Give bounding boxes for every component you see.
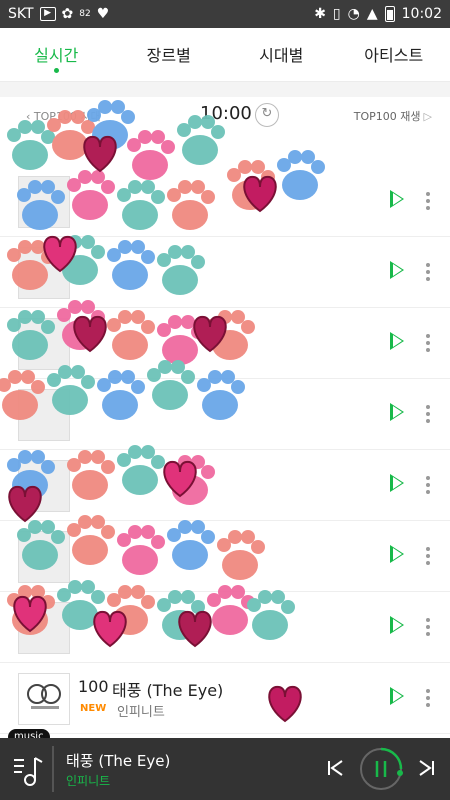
tab-realtime[interactable]: 실시간 (0, 28, 113, 81)
album-art (18, 673, 70, 725)
player-divider (52, 746, 54, 792)
bluetooth-icon: ✱ (314, 6, 326, 22)
next-track-icon[interactable] (416, 758, 436, 778)
song-row[interactable] (0, 308, 450, 379)
album-art (18, 460, 70, 512)
album-art (18, 318, 70, 370)
song-rank: 100 (78, 677, 109, 696)
now-playing-title: 태풍 (The Eye) (66, 752, 171, 770)
tab-label: 장르별 (146, 46, 191, 65)
play-top100-label: TOP100 재생 (353, 110, 421, 123)
tab-genre[interactable]: 장르별 (113, 28, 226, 81)
tab-artist[interactable]: 아티스트 (338, 28, 450, 81)
song-row[interactable] (0, 450, 450, 521)
play-song-button[interactable] (390, 474, 404, 492)
vibrate-icon: ▯ (332, 6, 341, 22)
album-caption (31, 706, 59, 709)
album-art (18, 531, 70, 583)
chart-screen: SKT ▶ ✿ 82 ♥ ✱ ▯ ◔ ▲ 10:02 실시간 장르별 시대별 아… (0, 0, 450, 800)
chart-time: 10:00 (200, 103, 252, 124)
play-store-icon: ▶ (39, 7, 56, 21)
song-row[interactable] (0, 166, 450, 237)
signal-icon: ▲ (366, 6, 378, 22)
song-row[interactable] (0, 521, 450, 592)
more-options-icon[interactable] (426, 689, 430, 707)
song-row[interactable] (0, 592, 450, 663)
song-title: 태풍 (The Eye) (112, 681, 224, 700)
previous-chart-link[interactable]: ‹ TOP100 시대 (26, 108, 101, 124)
mini-player[interactable]: 태풍 (The Eye) 인피니트 (0, 738, 450, 800)
play-song-button[interactable] (390, 261, 404, 279)
more-options-icon[interactable] (426, 618, 430, 636)
section-gap (0, 82, 450, 97)
more-options-icon[interactable] (426, 334, 430, 352)
refresh-icon[interactable]: ↻ (255, 103, 279, 127)
play-song-button[interactable] (390, 687, 404, 705)
play-song-button[interactable] (390, 190, 404, 208)
song-row[interactable]: 100 태풍 (The Eye) NEW 인피니트 (0, 663, 450, 734)
more-options-icon[interactable] (426, 192, 430, 210)
play-song-button[interactable] (390, 332, 404, 350)
play-top100-button[interactable]: TOP100 재생 ▷ (354, 108, 432, 124)
tab-label: 아티스트 (364, 46, 424, 65)
tab-label: 시대별 (259, 46, 304, 65)
tab-label: 실시간 (34, 46, 79, 65)
song-list: 100 태풍 (The Eye) NEW 인피니트 (0, 166, 450, 734)
song-row[interactable] (0, 237, 450, 308)
chart-header: ‹ TOP100 시대 10:00 ↻ TOP100 재생 ▷ (0, 97, 450, 135)
status-bar: SKT ▶ ✿ 82 ♥ ✱ ▯ ◔ ▲ 10:02 (0, 0, 450, 28)
play-song-button[interactable] (390, 403, 404, 421)
clock-label: 10:02 (401, 6, 442, 22)
song-row[interactable] (0, 379, 450, 450)
new-badge: NEW (80, 703, 107, 714)
play-song-button[interactable] (390, 616, 404, 634)
previous-track-icon[interactable] (326, 758, 346, 778)
temperature-label: 82 (79, 8, 91, 19)
chart-tabs: 실시간 장르별 시대별 아티스트 (0, 28, 450, 82)
more-options-icon[interactable] (426, 263, 430, 281)
play-song-button[interactable] (390, 545, 404, 563)
pause-button[interactable] (358, 746, 404, 792)
album-art (18, 176, 70, 228)
notification-icon: ✿ (61, 6, 74, 22)
album-art (18, 389, 70, 441)
more-options-icon[interactable] (426, 476, 430, 494)
more-options-icon[interactable] (426, 547, 430, 565)
active-tab-indicator (53, 68, 59, 73)
album-art (18, 247, 70, 299)
battery-icon (384, 6, 395, 22)
playlist-icon[interactable] (10, 750, 46, 788)
album-logo-icon (27, 684, 63, 704)
heart-notification-icon: ♥ (96, 6, 110, 22)
wifi-icon: ◔ (347, 6, 360, 22)
tab-era[interactable]: 시대별 (225, 28, 338, 81)
song-artist: 인피니트 (117, 705, 165, 720)
carrier-label: SKT (8, 6, 34, 22)
previous-chart-label: TOP100 시대 (33, 110, 101, 123)
album-art (18, 602, 70, 654)
play-icon: ▷ (423, 110, 432, 123)
now-playing-artist: 인피니트 (66, 774, 111, 788)
more-options-icon[interactable] (426, 405, 430, 423)
